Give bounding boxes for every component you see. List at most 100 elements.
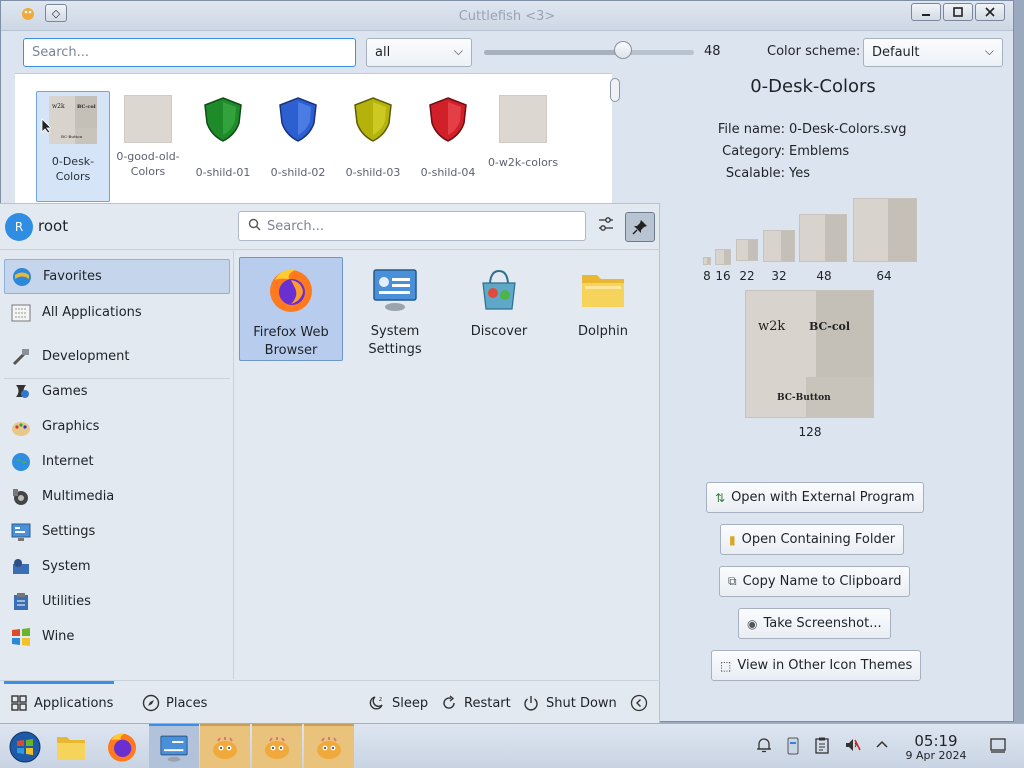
power-icon: [522, 694, 540, 712]
configure-icon[interactable]: [594, 215, 618, 239]
show-desktop-icon[interactable]: [987, 736, 1009, 758]
icon-item[interactable]: 0-w2k-colors: [486, 91, 560, 170]
folder-icon: ▮: [729, 532, 736, 547]
system-settings-icon: [373, 269, 417, 311]
category-label: Utilities: [42, 594, 91, 609]
icon-item-label: 0-shild-01: [195, 166, 251, 179]
svg-text:z: z: [379, 696, 382, 703]
category-development[interactable]: Development: [4, 339, 230, 374]
shield-yellow-icon: [354, 97, 392, 142]
development-icon: [12, 348, 29, 365]
category-internet[interactable]: Internet: [4, 444, 230, 479]
category-utilities[interactable]: Utilities: [4, 584, 230, 619]
system-icon: [13, 558, 29, 574]
icon-size-value: 48: [704, 44, 721, 59]
pin-icon: [632, 220, 647, 235]
category-label: Development: [42, 349, 130, 364]
taskbar-cuttlefish-3[interactable]: [304, 724, 354, 768]
chevron-up-icon[interactable]: [871, 736, 893, 758]
svg-text:w2k: w2k: [52, 103, 65, 110]
title-bar[interactable]: ◇ Cuttlefish <3>: [1, 1, 1013, 31]
open-folder-button[interactable]: ▮ Open Containing Folder: [720, 524, 905, 555]
taskbar-cuttlefish-2[interactable]: [252, 724, 302, 768]
active-tab-indicator: [4, 681, 114, 684]
shutdown-button[interactable]: Shut Down: [522, 694, 617, 712]
graphics-icon: [12, 421, 30, 436]
pin-button[interactable]: [625, 212, 655, 242]
icon-search-input[interactable]: Search...: [23, 38, 356, 67]
clock-date[interactable]: 9 Apr 2024: [898, 749, 974, 762]
icon-item[interactable]: w2k BC-col BC-Button 0-Desk-Colors: [36, 91, 110, 202]
taskbar-firefox[interactable]: [97, 724, 147, 768]
scalable-value: Yes: [789, 166, 810, 181]
taskbar: 05:19 9 Apr 2024: [0, 723, 1024, 768]
icon-item[interactable]: 0-shild-01: [186, 91, 260, 180]
icon-size-slider[interactable]: [484, 50, 694, 55]
minimize-button[interactable]: [911, 3, 941, 21]
app-firefox[interactable]: Firefox Web Browser: [239, 257, 343, 361]
more-options-button[interactable]: [630, 694, 648, 712]
avatar[interactable]: R: [5, 213, 33, 241]
app-discover[interactable]: Discover: [447, 257, 551, 361]
category-settings[interactable]: Settings: [4, 514, 230, 549]
tab-places[interactable]: Places: [142, 694, 207, 712]
screenshot-button[interactable]: ◉ Take Screenshot...: [738, 608, 891, 639]
category-label: Settings: [42, 524, 96, 539]
shield-red-icon: [429, 97, 467, 142]
close-button[interactable]: [975, 3, 1005, 21]
category-multimedia[interactable]: Multimedia: [4, 479, 230, 514]
launcher-search-input[interactable]: Search...: [238, 211, 586, 241]
preview-text-bcbutton: BC-Button: [777, 393, 831, 403]
search-icon: [248, 218, 261, 231]
taskbar-dolphin[interactable]: [46, 724, 96, 768]
category-wine[interactable]: Wine: [4, 619, 230, 654]
chevron-left-icon: [630, 694, 648, 712]
app-label-line1: System: [370, 324, 420, 339]
icon-item[interactable]: 0-shild-04: [411, 91, 485, 180]
restart-button[interactable]: Restart: [440, 694, 511, 712]
category-graphics[interactable]: Graphics: [4, 409, 230, 444]
chevron-down-icon: ⌵: [984, 44, 994, 58]
category-all-applications[interactable]: All Applications: [4, 295, 230, 330]
all-applications-icon: [11, 304, 31, 321]
notifications-bell-icon[interactable]: [753, 736, 775, 758]
category-label: Wine: [42, 629, 75, 644]
application-launcher: R root Search... Favorites All Applicati…: [0, 203, 660, 723]
clock-time[interactable]: 05:19: [906, 732, 966, 750]
category-favorites[interactable]: Favorites: [4, 259, 230, 294]
app-system-settings[interactable]: System Settings: [343, 257, 447, 361]
open-external-button[interactable]: ⇅ Open with External Program: [706, 482, 924, 513]
svg-text:BC-col: BC-col: [77, 104, 96, 110]
maximize-button[interactable]: [943, 3, 973, 21]
icon-item[interactable]: 0-shild-03: [336, 91, 410, 180]
file-name-value: 0-Desk-Colors.svg: [789, 122, 907, 137]
start-menu-button[interactable]: [0, 724, 50, 768]
volume-muted-icon[interactable]: [842, 736, 864, 758]
sleep-button[interactable]: z Sleep: [368, 694, 428, 712]
favorites-icon: [13, 267, 31, 286]
category-system[interactable]: System: [4, 549, 230, 584]
copy-name-label: Copy Name to Clipboard: [742, 574, 902, 589]
color-scheme-select[interactable]: Default ⌵: [863, 38, 1003, 67]
windows-flag-icon: [12, 627, 30, 646]
games-icon: [16, 384, 29, 398]
icon-item[interactable]: 0-good-old-Colors: [111, 91, 185, 179]
taskbar-system-settings[interactable]: [149, 724, 199, 768]
tab-applications-label: Applications: [34, 695, 114, 711]
icon-item[interactable]: 0-shild-02: [261, 91, 335, 180]
app-label-line2: Settings: [368, 342, 422, 357]
taskbar-cuttlefish-1[interactable]: [200, 724, 250, 768]
category-list: Favorites All Applications Development G…: [0, 251, 234, 679]
category-games[interactable]: Games: [4, 374, 230, 409]
copy-name-button[interactable]: ⧉ Copy Name to Clipboard: [719, 566, 911, 597]
size-label: 128: [798, 425, 822, 439]
filter-select-value: all: [375, 45, 391, 60]
slider-handle[interactable]: [613, 41, 632, 59]
other-themes-button[interactable]: ⬚ View in Other Icon Themes: [711, 650, 922, 681]
utilities-icon: [14, 592, 28, 610]
clipboard-manager-icon[interactable]: [782, 736, 804, 758]
filter-select[interactable]: all ⌵: [366, 38, 472, 67]
clipboard-icon[interactable]: [811, 736, 833, 758]
tab-applications[interactable]: Applications: [10, 694, 113, 712]
app-dolphin[interactable]: Dolphin: [551, 257, 655, 361]
